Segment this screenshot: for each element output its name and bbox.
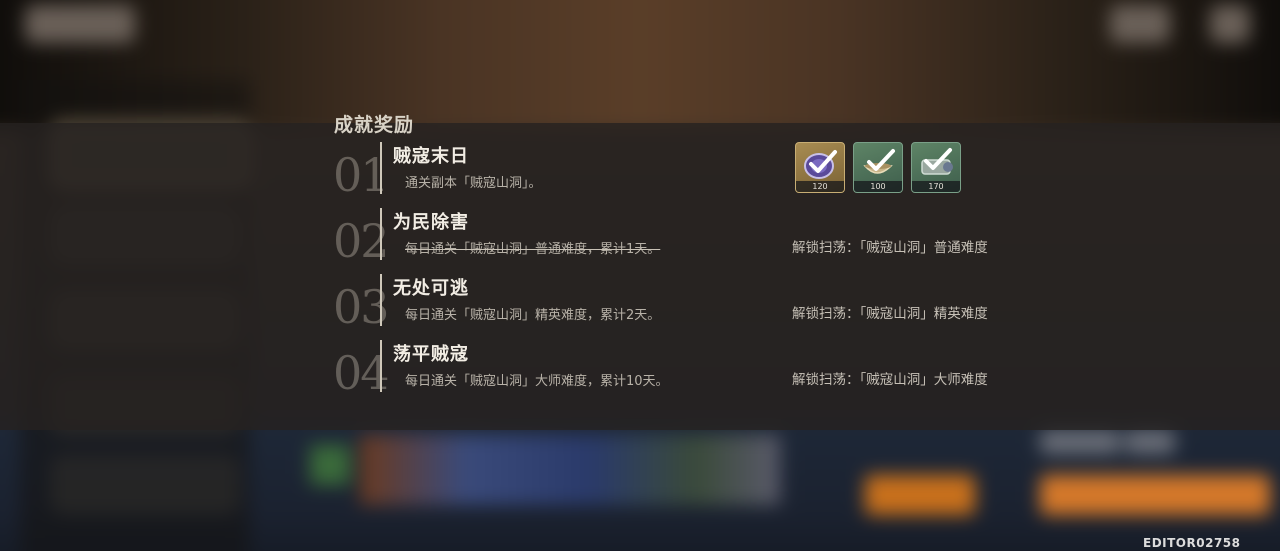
divider-line — [380, 274, 382, 326]
achievement-name: 荡平贼寇 — [393, 344, 469, 365]
achievement-description: 每日通关「贼寇山洞」普通难度，累计1天。 — [405, 242, 661, 257]
achievement-number: 01 — [333, 148, 390, 202]
achievement-name: 无处可逃 — [393, 278, 469, 299]
achievement-row-4: 04 荡平贼寇 每日通关「贼寇山洞」大师难度，累计10天。 解锁扫荡：「贼寇山洞… — [0, 340, 1280, 400]
achievement-name: 为民除害 — [393, 212, 469, 233]
divider-line — [380, 208, 382, 260]
achievement-reward-text: 解锁扫荡：「贼寇山洞」大师难度 — [792, 372, 988, 388]
achievement-description: 每日通关「贼寇山洞」精英难度，累计2天。 — [405, 308, 661, 323]
item-quantity: 170 — [912, 181, 960, 192]
divider-line — [380, 142, 382, 194]
divider-line — [380, 340, 382, 392]
item-quantity: 120 — [796, 181, 844, 192]
achievement-row-1: 01 贼寇末日 通关副本「贼寇山洞」。 — [0, 142, 1280, 202]
achievement-name: 贼寇末日 — [393, 146, 469, 167]
achievement-reward-text: 解锁扫荡：「贼寇山洞」普通难度 — [792, 240, 988, 256]
item-quantity: 100 — [854, 181, 902, 192]
achievement-reward-text: 解锁扫荡：「贼寇山洞」精英难度 — [792, 306, 988, 322]
achievement-description: 每日通关「贼寇山洞」大师难度，累计10天。 — [405, 374, 669, 389]
editor-id-label: EDITOR02758 — [1143, 536, 1241, 550]
reward-items: 120 100 170 — [795, 142, 961, 193]
achievement-number: 03 — [333, 280, 390, 334]
reward-item[interactable]: 170 — [911, 142, 961, 193]
achievement-description: 通关副本「贼寇山洞」。 — [405, 176, 542, 191]
panel-title: 成就奖励 — [334, 114, 415, 136]
achievement-row-2: 02 为民除害 每日通关「贼寇山洞」普通难度，累计1天。 解锁扫荡：「贼寇山洞」… — [0, 208, 1280, 268]
achievement-row-3: 03 无处可逃 每日通关「贼寇山洞」精英难度，累计2天。 解锁扫荡：「贼寇山洞」… — [0, 274, 1280, 334]
reward-item[interactable]: 120 — [795, 142, 845, 193]
achievement-number: 04 — [333, 346, 390, 400]
achievement-number: 02 — [333, 214, 390, 268]
reward-item[interactable]: 100 — [853, 142, 903, 193]
